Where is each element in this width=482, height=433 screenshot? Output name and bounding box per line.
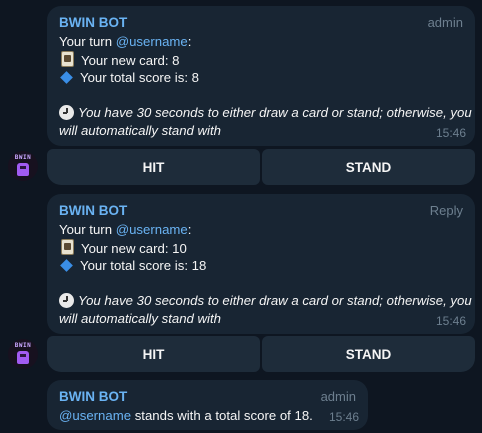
timer-line: You have 30 seconds to either draw a car… xyxy=(59,292,472,310)
message-time: 15:46 xyxy=(435,126,466,140)
username-mention[interactable]: @username xyxy=(116,34,188,49)
card-line: Your new card: 8 xyxy=(59,50,463,70)
message-body: Your turn @username: Your new card: 10 Y… xyxy=(59,221,472,327)
inline-keyboard: HIT STAND xyxy=(47,149,475,185)
card-text: Your new card: 10 xyxy=(81,240,187,256)
blue-diamond-icon xyxy=(60,71,73,84)
turn-line: Your turn @username: xyxy=(59,221,463,239)
result-line: @username stands with a total score of 1… xyxy=(59,407,356,425)
timer-text-1: You have 30 seconds to either draw a car… xyxy=(78,293,472,308)
bot-avatar[interactable]: BWIN xyxy=(8,339,38,369)
clock-icon xyxy=(59,105,74,120)
bot-message: BWIN BOT Reply Your turn @username: Your… xyxy=(47,194,475,334)
avatar-logo-text: BWIN xyxy=(14,154,32,161)
timer-line: You have 30 seconds to either draw a car… xyxy=(59,104,472,122)
playing-card-icon xyxy=(61,50,74,67)
turn-prefix: Your turn xyxy=(59,34,116,49)
message-time: 15:46 xyxy=(435,314,466,328)
message-time: 15:46 xyxy=(328,410,359,424)
card-line: Your new card: 10 xyxy=(59,238,463,258)
card-text: Your new card: 8 xyxy=(81,52,180,68)
clock-icon xyxy=(59,293,74,308)
bot-avatar[interactable]: BWIN xyxy=(8,151,38,181)
sender-name[interactable]: BWIN BOT xyxy=(59,15,127,30)
turn-line: Your turn @username: xyxy=(59,33,463,51)
score-text: Your total score is: 8 xyxy=(80,70,199,85)
bot-message: BWIN BOT admin @username stands with a t… xyxy=(47,380,368,430)
turn-suffix: : xyxy=(187,34,192,49)
timer-line-2: will automatically stand with xyxy=(59,122,221,138)
sender-role: admin xyxy=(320,389,356,404)
sender-name[interactable]: BWIN BOT xyxy=(59,389,127,404)
score-line: Your total score is: 18 xyxy=(59,257,463,275)
avatar-logo-text: BWIN xyxy=(14,342,32,349)
message-body: Your turn @username: Your new card: 8 Yo… xyxy=(59,33,472,139)
turn-prefix: Your turn xyxy=(59,222,116,237)
sender-name[interactable]: BWIN BOT xyxy=(59,203,127,218)
inline-keyboard: HIT STAND xyxy=(47,336,475,372)
username-mention[interactable]: @username xyxy=(116,222,188,237)
playing-card-icon xyxy=(61,238,74,255)
message-body: @username stands with a total score of 1… xyxy=(59,407,356,425)
timer-line-2: will automatically stand with xyxy=(59,310,221,326)
score-text: Your total score is: 18 xyxy=(80,258,207,273)
result-text: stands with a total score of 18. xyxy=(131,408,313,423)
timer-text-1: You have 30 seconds to either draw a car… xyxy=(78,105,472,120)
username-mention[interactable]: @username xyxy=(59,408,131,423)
reply-link[interactable]: Reply xyxy=(430,203,463,218)
hit-button[interactable]: HIT xyxy=(47,149,260,185)
bot-message: BWIN BOT admin Your turn @username: Your… xyxy=(47,6,475,146)
bot-logo-icon xyxy=(17,163,29,176)
stand-button[interactable]: STAND xyxy=(262,336,475,372)
bot-logo-icon xyxy=(17,351,29,364)
sender-role: admin xyxy=(427,15,463,30)
turn-suffix: : xyxy=(187,222,192,237)
hit-button[interactable]: HIT xyxy=(47,336,260,372)
score-line: Your total score is: 8 xyxy=(59,69,463,87)
stand-button[interactable]: STAND xyxy=(262,149,475,185)
blue-diamond-icon xyxy=(60,259,73,272)
